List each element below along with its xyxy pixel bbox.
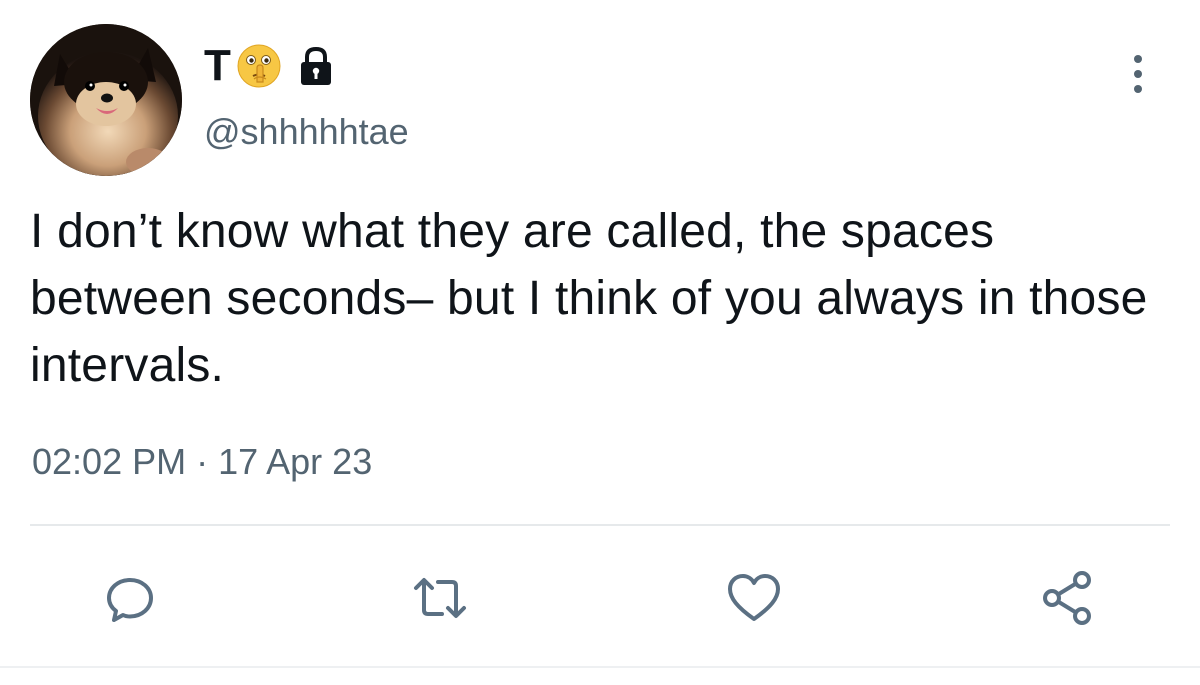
shushing-face-emoji-icon — [235, 42, 283, 90]
share-button[interactable] — [1038, 568, 1098, 628]
tweet-date: 17 Apr 23 — [218, 441, 373, 482]
share-nodes-icon — [1043, 571, 1091, 625]
tweet-text: I don’t know what they are called, the s… — [30, 205, 1148, 392]
display-name[interactable]: T — [204, 44, 231, 88]
more-dot — [1134, 70, 1142, 78]
meta-separator: · — [196, 441, 209, 482]
more-dot — [1134, 85, 1142, 93]
dog-photo — [30, 24, 182, 176]
lock-icon — [297, 45, 335, 87]
heart-icon — [728, 574, 780, 621]
like-button[interactable] — [724, 568, 784, 628]
retweet-button[interactable] — [410, 568, 470, 628]
avatar[interactable] — [30, 24, 182, 176]
tweet-timestamp[interactable]: 02:02 PM · 17 Apr 23 — [32, 444, 372, 480]
speech-bubble-icon — [107, 578, 153, 622]
tweet-time: 02:02 PM — [32, 441, 187, 482]
tweet-card: T @shhhhhtae I don’t know what they are … — [0, 0, 1200, 685]
user-handle[interactable]: @shhhhhtae — [204, 114, 409, 150]
more-dot — [1134, 55, 1142, 63]
more-options-button[interactable] — [1118, 44, 1158, 104]
retweet-arrows-icon — [414, 578, 466, 618]
reply-button[interactable] — [100, 568, 160, 628]
divider — [30, 524, 1170, 526]
user-name-row[interactable]: T — [204, 40, 335, 92]
bottom-divider — [0, 666, 1200, 668]
